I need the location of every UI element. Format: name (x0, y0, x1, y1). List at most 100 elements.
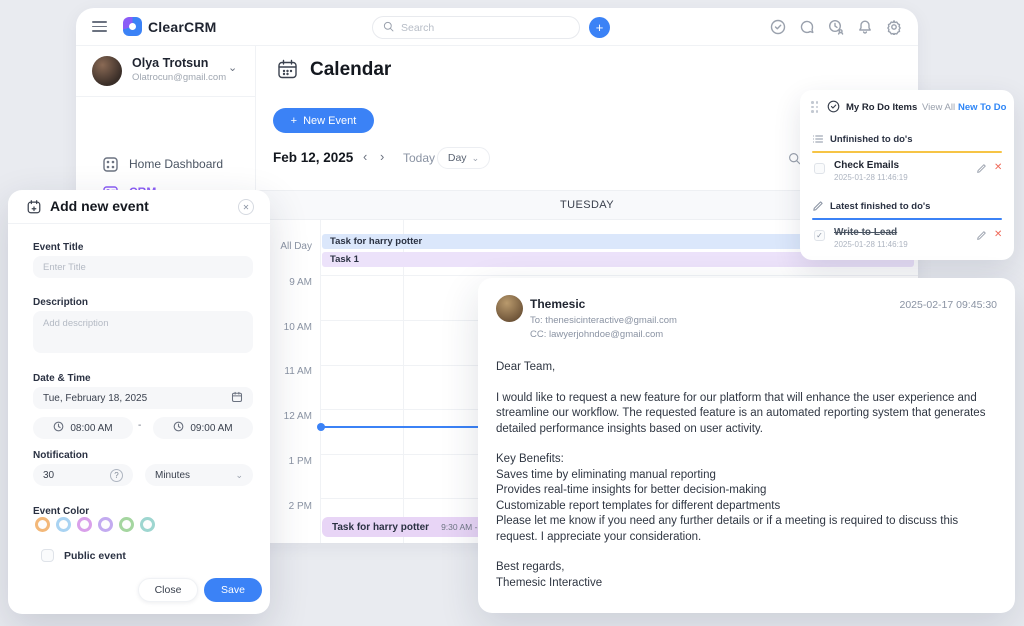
search-input[interactable]: Search (372, 16, 580, 39)
event-color-label: Event Color (33, 506, 89, 517)
todo-panel: My Ro Do Items View All New To Do Unfini… (800, 90, 1014, 260)
edit-pencil-icon[interactable] (976, 230, 987, 244)
public-event-checkbox[interactable] (41, 549, 54, 562)
email-benefits-title: Key Benefits: (496, 452, 998, 468)
sender-name: Themesic (530, 297, 585, 311)
view-all-link[interactable]: View All (922, 102, 955, 113)
settings-gear-icon[interactable] (886, 19, 902, 35)
quick-add-button[interactable]: + (589, 17, 610, 38)
todo-checkbox[interactable] (814, 163, 825, 174)
view-mode-value: Day (448, 152, 467, 164)
notification-value-input[interactable]: 30 ? (33, 464, 133, 486)
email-preview-panel: Themesic To: thenesicinteractive@gmail.c… (478, 278, 1015, 613)
clock-icon (53, 421, 64, 435)
user-email: Olatrocun@gmail.com (132, 72, 226, 83)
new-event-button[interactable]: + New Event (273, 108, 374, 133)
sender-avatar (496, 295, 523, 322)
email-timestamp: 2025-02-17 09:45:30 (900, 299, 998, 311)
todo-item-title: Check Emails (834, 160, 899, 171)
start-time-input[interactable]: 08:00 AM (33, 417, 133, 439)
color-swatches (35, 517, 155, 532)
delete-x-icon[interactable]: ✕ (994, 229, 1002, 240)
email-signature: Themesic Interactive (496, 576, 998, 592)
delete-x-icon[interactable]: ✕ (994, 162, 1002, 173)
public-event-label: Public event (64, 550, 126, 562)
start-time-value: 08:00 AM (70, 423, 112, 434)
timed-event-title: Task for harry potter (332, 522, 429, 533)
color-swatch[interactable] (119, 517, 134, 532)
email-to: To: thenesicinteractive@gmail.com (530, 315, 677, 326)
user-avatar (92, 56, 122, 86)
grid-hline (320, 275, 918, 276)
color-swatch[interactable] (56, 517, 71, 532)
end-time-value: 09:00 AM (190, 423, 232, 434)
color-swatch[interactable] (35, 517, 50, 532)
hamburger-menu-icon[interactable] (92, 21, 107, 32)
calendar-icon (276, 58, 299, 81)
todo-check-circle-icon (827, 100, 840, 118)
app-logo[interactable]: ClearCRM (123, 17, 217, 36)
email-greeting: Dear Team, (496, 360, 998, 376)
event-title-label: Event Title (33, 242, 83, 253)
edit-pencil-icon[interactable] (976, 163, 987, 177)
navbar-icons (770, 19, 902, 35)
todo-item-timestamp: 2025-01-28 11:46:19 (834, 173, 908, 182)
date-value: Tue, February 18, 2025 (43, 393, 147, 404)
notification-value: 30 (43, 470, 54, 481)
sidebar-item-home-dashboard[interactable]: Home Dashboard (76, 150, 256, 178)
todo-panel-title: My Ro Do Items (846, 102, 917, 113)
email-cc: CC: lawyerjohndoe@gmail.com (530, 329, 663, 340)
search-placeholder: Search (401, 22, 434, 34)
time-range-dash: - (138, 420, 141, 431)
email-closing: Please let me know if you need any furth… (496, 514, 998, 545)
modal-header: Add new event ✕ (8, 190, 270, 224)
user-profile[interactable]: Olya Trotsun Olatrocun@gmail.com ⌄ (76, 46, 256, 96)
finished-section-label: Latest finished to do's (830, 201, 930, 212)
next-day-button[interactable]: › (380, 149, 384, 164)
chevron-down-icon[interactable]: ⌄ (228, 61, 237, 74)
date-input[interactable]: Tue, February 18, 2025 (33, 387, 253, 409)
email-regards: Best regards, (496, 560, 998, 576)
save-button[interactable]: Save (204, 578, 262, 602)
view-mode-select[interactable]: Day ⌄ (437, 147, 490, 169)
chevron-down-icon: ⌄ (472, 153, 480, 164)
close-icon[interactable]: ✕ (238, 199, 254, 215)
prev-day-button[interactable]: ‹ (363, 149, 367, 164)
grid-vline (320, 220, 321, 543)
close-button[interactable]: Close (138, 578, 198, 602)
notification-unit: Minutes (155, 470, 190, 481)
unfinished-section-label: Unfinished to do's (830, 134, 912, 145)
email-benefit: Customizable report templates for differ… (496, 499, 998, 515)
notification-unit-select[interactable]: Minutes ⌄ (145, 464, 253, 486)
color-swatch[interactable] (98, 517, 113, 532)
activity-history-icon[interactable] (828, 19, 844, 35)
sidebar-item-label: Home Dashboard (129, 157, 223, 171)
clock-icon (173, 421, 184, 435)
email-benefit: Saves time by eliminating manual reporti… (496, 468, 998, 484)
color-swatch[interactable] (77, 517, 92, 532)
page-title-row: Calendar (276, 58, 391, 81)
today-button[interactable]: Today (403, 151, 435, 165)
search-icon (383, 19, 394, 37)
description-input[interactable] (33, 311, 253, 353)
list-icon (812, 132, 824, 150)
email-paragraph: I would like to request a new feature fo… (496, 391, 998, 438)
end-time-input[interactable]: 09:00 AM (153, 417, 253, 439)
new-todo-link[interactable]: New To Do (958, 102, 1006, 113)
finished-accent-line (812, 218, 1002, 220)
color-swatch[interactable] (140, 517, 155, 532)
todo-item-timestamp: 2025-01-28 11:46:19 (834, 240, 908, 249)
datetime-label: Date & Time (33, 373, 91, 384)
grid-vline (403, 220, 404, 543)
tasks-done-icon[interactable] (770, 19, 786, 35)
drag-handle-icon[interactable] (811, 101, 820, 113)
chat-icon[interactable] (799, 19, 815, 35)
event-title-input[interactable] (33, 256, 253, 278)
notifications-bell-icon[interactable] (857, 19, 873, 35)
help-question-icon[interactable]: ? (110, 469, 123, 482)
calendar-plus-icon (26, 199, 42, 220)
dashboard-grid-icon (102, 156, 119, 173)
todo-checkbox-checked[interactable]: ✓ (814, 230, 825, 241)
user-name: Olya Trotsun (132, 56, 208, 70)
divider (76, 96, 256, 97)
